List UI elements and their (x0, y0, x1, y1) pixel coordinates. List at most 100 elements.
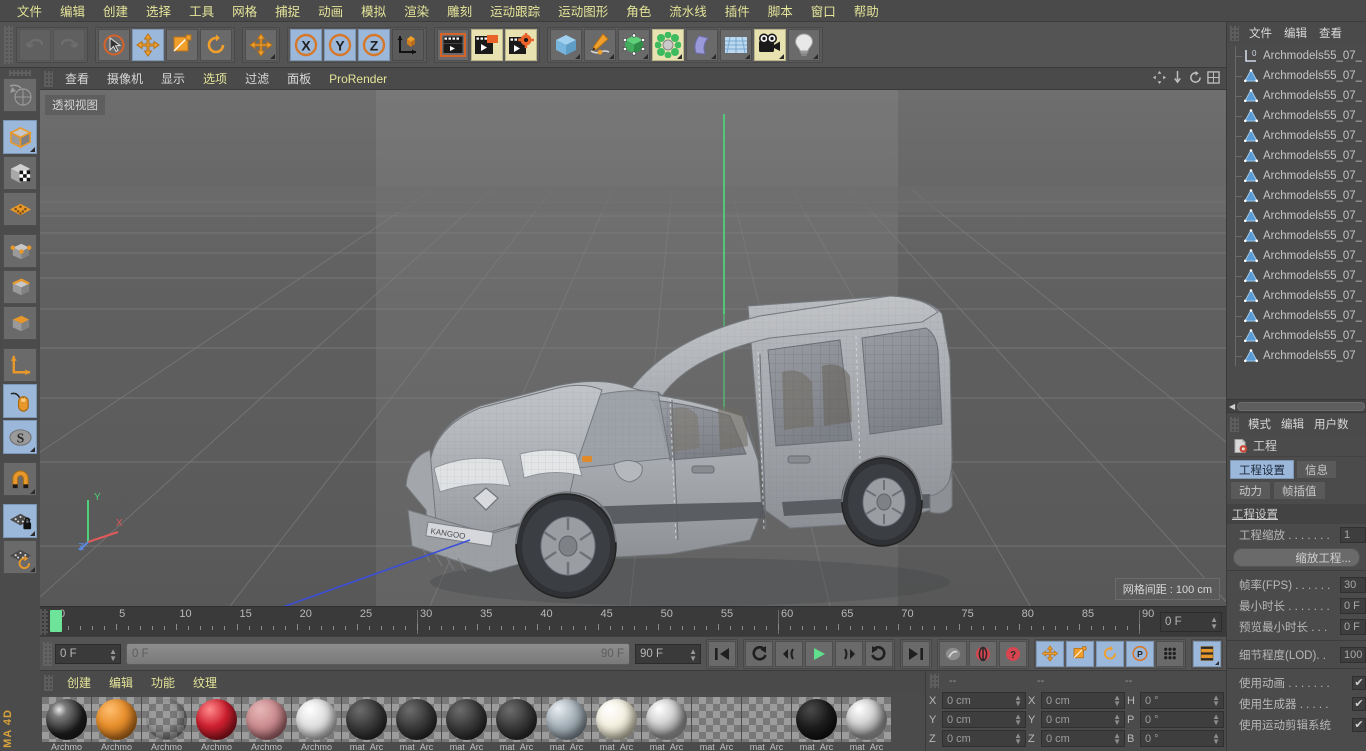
property-value-field[interactable]: 0 F (1340, 597, 1366, 614)
current-frame-spinner[interactable]: ▲ ▼ (1210, 615, 1218, 630)
material-swatch[interactable]: mat_Arc (542, 697, 591, 751)
material-swatch[interactable]: Archmo (292, 697, 341, 751)
object-list-item[interactable]: Archmodels55_07_ (1227, 226, 1366, 246)
play-button[interactable] (805, 640, 833, 667)
spline-pen-button[interactable] (584, 28, 616, 61)
material-swatch[interactable]: Archmo (192, 697, 241, 751)
material-swatch[interactable]: Archmo (242, 697, 291, 751)
viewport-menu-options[interactable]: 选项 (194, 70, 236, 87)
position-key-button[interactable] (1036, 640, 1064, 667)
animation-mode-button[interactable] (1193, 640, 1221, 667)
record-active-objects-button[interactable] (969, 640, 997, 667)
material-preview[interactable] (742, 697, 791, 742)
render-view-button[interactable] (437, 28, 469, 61)
coordinate-spinner[interactable]: ▲ ▼ (1113, 694, 1121, 708)
polygons-mode-icon-button[interactable] (3, 306, 37, 340)
coordinate-spinner[interactable]: ▲ ▼ (1212, 732, 1220, 746)
object-list-item[interactable]: Archmodels55_07_ (1227, 186, 1366, 206)
material-preview[interactable] (442, 697, 491, 742)
rotation-key-button[interactable] (1096, 640, 1124, 667)
material-swatch[interactable]: mat_Arc (692, 697, 741, 751)
previous-keyframe-button[interactable] (745, 640, 773, 667)
coordinate-size-field[interactable]: 0 cm ▲ ▼ (1041, 730, 1125, 747)
coordinate-spinner[interactable]: ▲ ▼ (1014, 732, 1022, 746)
menu-item-12[interactable]: 运动图形 (549, 1, 617, 20)
menu-item-5[interactable]: 网格 (223, 1, 266, 20)
previous-frame-button[interactable] (775, 640, 803, 667)
coordinate-size-field[interactable]: 0 cm ▲ ▼ (1041, 711, 1125, 728)
object-list-item[interactable]: Archmodels55_07_ (1227, 326, 1366, 346)
object-list[interactable]: 0 Archmodels55_07_ Archmodels55_07_ Archmod… (1227, 44, 1366, 390)
object-menu-view[interactable]: 查看 (1313, 25, 1348, 41)
hscroll-thumb[interactable] (1237, 401, 1365, 411)
object-list-item[interactable]: Archmodels55_07 (1227, 346, 1366, 366)
coordinate-position-field[interactable]: 0 cm ▲ ▼ (942, 692, 1026, 709)
coordinate-rotation-field[interactable]: 0 ° ▲ ▼ (1140, 730, 1224, 747)
viewport-menu-prorender[interactable]: ProRender (320, 72, 396, 86)
coordinate-rotation-field[interactable]: 0 ° ▲ ▼ (1140, 711, 1224, 728)
attribute-tab-2[interactable]: 动力 (1230, 481, 1271, 500)
keyframe-selection-button[interactable] (1156, 640, 1184, 667)
material-swatch[interactable]: Archmo (42, 697, 91, 751)
deformer-bend-button[interactable] (686, 28, 718, 61)
move-tool[interactable] (132, 28, 164, 61)
object-list-item[interactable]: Archmodels55_07_ (1227, 86, 1366, 106)
material-swatch[interactable]: Archmo (92, 697, 141, 751)
material-menu-function[interactable]: 功能 (142, 674, 184, 691)
coordinate-spinner[interactable]: ▲ ▼ (1014, 694, 1022, 708)
menu-item-8[interactable]: 模拟 (352, 1, 395, 20)
menu-item-0[interactable]: 文件 (8, 1, 51, 20)
transport-grip[interactable] (43, 641, 52, 666)
property-value-field[interactable]: 100 (1340, 646, 1366, 663)
material-preview[interactable] (342, 697, 391, 742)
menu-item-6[interactable]: 捕捉 (266, 1, 309, 20)
material-swatch[interactable]: mat_Arc (492, 697, 541, 751)
material-preview[interactable] (692, 697, 741, 742)
material-swatch[interactable]: mat_Arc (592, 697, 641, 751)
object-list-item[interactable]: Archmodels55_07_ (1227, 66, 1366, 86)
rotate-tool[interactable] (200, 28, 232, 61)
object-list-item[interactable]: Archmodels55_07_ (1227, 246, 1366, 266)
coordinate-position-field[interactable]: 0 cm ▲ ▼ (942, 711, 1026, 728)
axis-modification-icon-button[interactable] (3, 348, 37, 382)
attribute-menu-userdata[interactable]: 用户数 (1309, 416, 1354, 432)
attribute-tab-0[interactable]: 工程设置 (1230, 460, 1294, 479)
left-palette-grip[interactable] (9, 70, 31, 76)
preview-start-spinner[interactable]: ▲ ▼ (109, 647, 117, 662)
material-menu-texture[interactable]: 纹理 (184, 674, 226, 691)
menu-item-13[interactable]: 角色 (617, 1, 660, 20)
material-preview[interactable] (792, 697, 841, 742)
object-list-item[interactable]: Archmodels55_07_ (1227, 206, 1366, 226)
next-frame-button[interactable] (835, 640, 863, 667)
material-preview[interactable] (292, 697, 341, 742)
property-checkbox[interactable]: ✔ (1352, 696, 1366, 711)
material-menu-create[interactable]: 创建 (58, 674, 100, 691)
menu-item-15[interactable]: 插件 (716, 1, 759, 20)
material-preview[interactable] (592, 697, 641, 742)
coordinate-spinner[interactable]: ▲ ▼ (1212, 694, 1220, 708)
object-list-item[interactable]: Archmodels55_07_ (1227, 286, 1366, 306)
object-list-item[interactable]: Archmodels55_07_ (1227, 106, 1366, 126)
material-swatch[interactable]: mat_Arc (792, 697, 841, 751)
object-list-hscrollbar[interactable]: ◀ (1227, 399, 1366, 412)
menu-item-4[interactable]: 工具 (180, 1, 223, 20)
move-tool-secondary[interactable] (245, 28, 277, 61)
material-swatch[interactable]: mat_Arc (742, 697, 791, 751)
viewport-view-label[interactable]: 透视视图 (44, 94, 106, 116)
material-preview[interactable] (92, 697, 141, 742)
autokeying-toggle-button[interactable]: ? (999, 640, 1027, 667)
preview-end-spinner[interactable]: ▲ ▼ (689, 647, 697, 662)
menu-item-14[interactable]: 流水线 (660, 1, 716, 20)
material-preview[interactable] (842, 697, 891, 742)
menu-item-3[interactable]: 选择 (137, 1, 180, 20)
workplane-rotate-icon-button[interactable] (3, 540, 37, 574)
menu-item-10[interactable]: 雕刻 (438, 1, 481, 20)
menu-item-17[interactable]: 窗口 (802, 1, 845, 20)
deformed-mesh-icon-button[interactable] (3, 192, 37, 226)
maximize-view-icon[interactable] (1207, 71, 1220, 87)
model-mode-icon-button[interactable] (3, 120, 37, 154)
object-menu-file[interactable]: 文件 (1243, 25, 1278, 41)
menu-item-9[interactable]: 渲染 (395, 1, 438, 20)
coordinate-position-field[interactable]: 0 cm ▲ ▼ (942, 730, 1026, 747)
mograph-cloner-button[interactable] (652, 28, 684, 61)
